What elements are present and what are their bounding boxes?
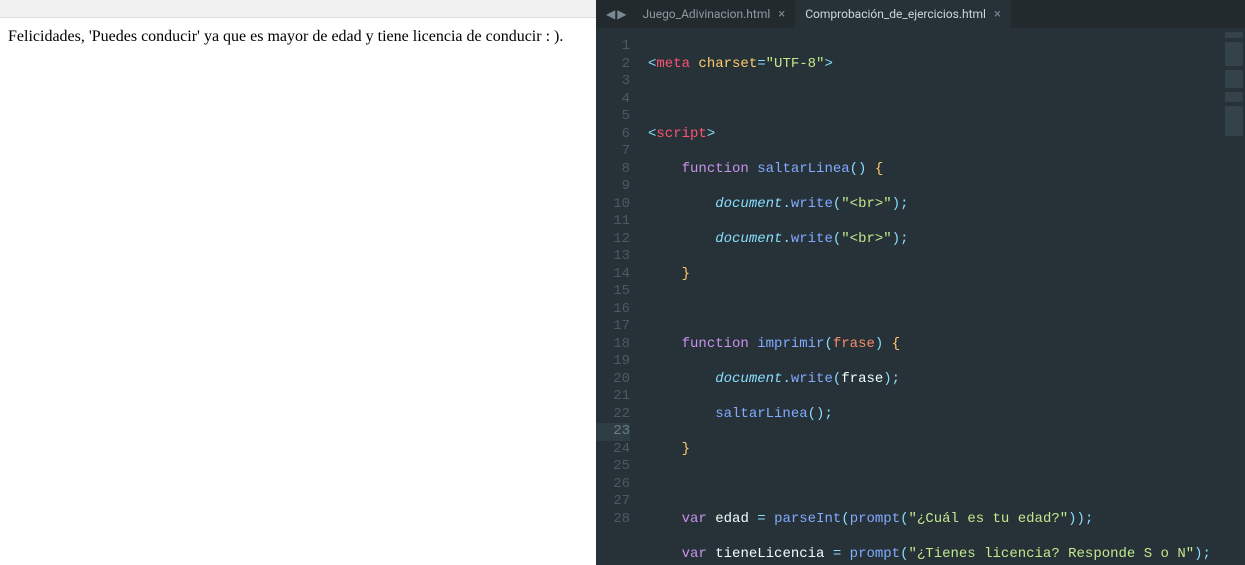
line-number: 15 bbox=[596, 283, 630, 301]
code-line: } bbox=[648, 266, 1245, 284]
tab-bar: ◀ ▶ Juego_Adivinacion.html × Comprobació… bbox=[596, 0, 1245, 28]
tab-juego-adivinacion[interactable]: Juego_Adivinacion.html × bbox=[632, 0, 795, 28]
line-number: 22 bbox=[596, 406, 630, 424]
line-number: 1 bbox=[596, 38, 630, 56]
line-number: 6 bbox=[596, 126, 630, 144]
tab-label: Juego_Adivinacion.html bbox=[642, 7, 770, 21]
line-number: 27 bbox=[596, 493, 630, 511]
line-number: 5 bbox=[596, 108, 630, 126]
code-line: document.write("<br>"); bbox=[648, 196, 1245, 214]
code-line: } bbox=[648, 441, 1245, 459]
tab-nav-right-icon[interactable]: ▶ bbox=[617, 7, 626, 21]
browser-chrome-bar bbox=[0, 0, 596, 18]
close-icon[interactable]: × bbox=[778, 7, 785, 22]
line-number: 28 bbox=[596, 511, 630, 529]
tab-label: Comprobación_de_ejercicios.html bbox=[805, 7, 986, 21]
tab-nav-left-icon[interactable]: ◀ bbox=[606, 7, 615, 21]
code-line bbox=[648, 476, 1245, 494]
code-line: saltarLinea(); bbox=[648, 406, 1245, 424]
code-line: document.write(frase); bbox=[648, 371, 1245, 389]
line-number: 25 bbox=[596, 458, 630, 476]
line-number: 11 bbox=[596, 213, 630, 231]
line-number: 18 bbox=[596, 336, 630, 354]
line-number: 17 bbox=[596, 318, 630, 336]
code-line: var edad = parseInt(prompt("¿Cuál es tu … bbox=[648, 511, 1245, 529]
browser-output: Felicidades, 'Puedes conducir' ya que es… bbox=[0, 18, 596, 56]
line-number: 26 bbox=[596, 476, 630, 494]
code-line bbox=[648, 301, 1245, 319]
code-line: var tieneLicencia = prompt("¿Tienes lice… bbox=[648, 546, 1245, 564]
line-number: 19 bbox=[596, 353, 630, 371]
line-number: 12 bbox=[596, 231, 630, 249]
code-line: document.write("<br>"); bbox=[648, 231, 1245, 249]
code-line: function imprimir(frase) { bbox=[648, 336, 1245, 354]
close-icon[interactable]: × bbox=[994, 7, 1001, 22]
line-number: 10 bbox=[596, 196, 630, 214]
line-number: 7 bbox=[596, 143, 630, 161]
line-number: 14 bbox=[596, 266, 630, 284]
tab-nav-arrows: ◀ ▶ bbox=[600, 7, 632, 21]
editor-body[interactable]: 1234567891011121314151617181920212223242… bbox=[596, 28, 1245, 565]
line-number: 2 bbox=[596, 56, 630, 74]
line-number: 4 bbox=[596, 91, 630, 109]
browser-pane: Felicidades, 'Puedes conducir' ya que es… bbox=[0, 0, 596, 565]
tab-comprobacion-ejercicios[interactable]: Comprobación_de_ejercicios.html × bbox=[795, 0, 1011, 28]
code-line: function saltarLinea() { bbox=[648, 161, 1245, 179]
code-line: <meta charset="UTF-8"> bbox=[648, 56, 1245, 74]
line-number: 16 bbox=[596, 301, 630, 319]
code-area[interactable]: <meta charset="UTF-8"> <script> function… bbox=[640, 28, 1245, 565]
line-number: 20 bbox=[596, 371, 630, 389]
output-text: Felicidades, 'Puedes conducir' ya que es… bbox=[8, 28, 563, 45]
line-number: 23 bbox=[596, 423, 630, 441]
line-number: 8 bbox=[596, 161, 630, 179]
minimap[interactable] bbox=[1223, 28, 1245, 565]
app-root: Felicidades, 'Puedes conducir' ya que es… bbox=[0, 0, 1245, 565]
line-number: 9 bbox=[596, 178, 630, 196]
code-line: <script> bbox=[648, 126, 1245, 144]
line-number-gutter: 1234567891011121314151617181920212223242… bbox=[596, 28, 640, 565]
line-number: 13 bbox=[596, 248, 630, 266]
line-number: 21 bbox=[596, 388, 630, 406]
code-line bbox=[648, 91, 1245, 109]
editor-pane: ◀ ▶ Juego_Adivinacion.html × Comprobació… bbox=[596, 0, 1245, 565]
line-number: 24 bbox=[596, 441, 630, 459]
line-number: 3 bbox=[596, 73, 630, 91]
